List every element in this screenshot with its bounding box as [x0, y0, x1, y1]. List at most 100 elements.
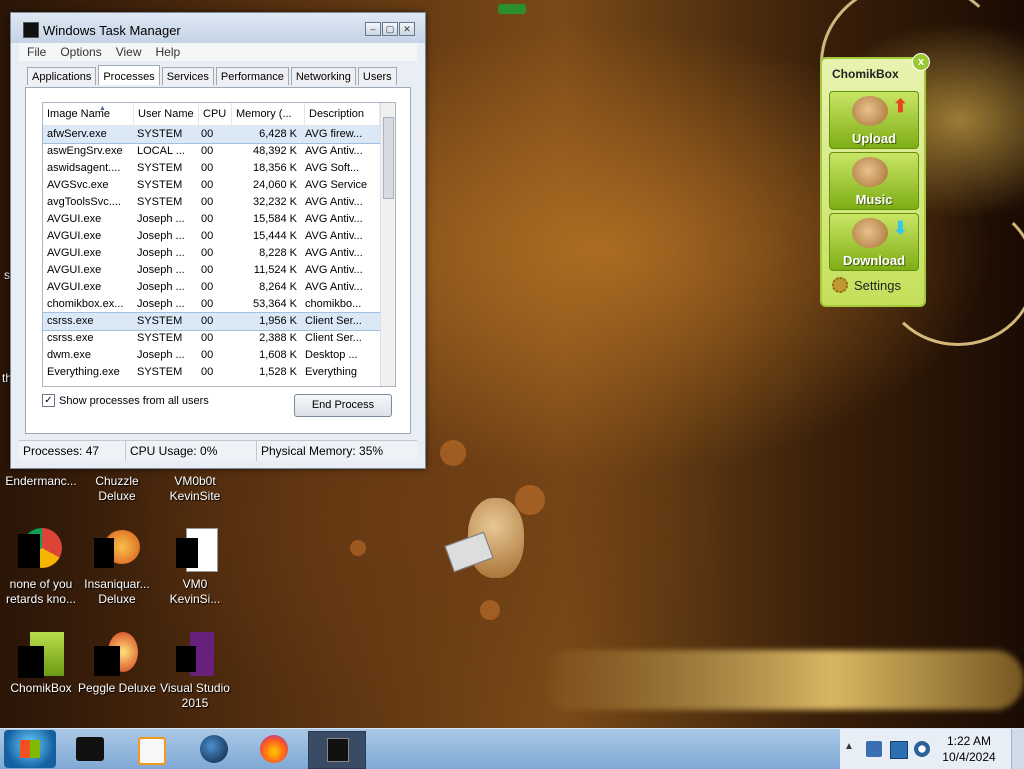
table-row[interactable]: AVGUI.exe Joseph ... 00 15,584 K AVG Antiv..…	[43, 211, 395, 228]
clock-date: 10/4/2024	[942, 750, 996, 764]
tab-applications[interactable]: Applications	[27, 67, 97, 85]
cell-cpu: 00	[201, 162, 214, 174]
taskbar-app-sphere[interactable]	[196, 731, 232, 767]
cell-image-name: afwServ.exe	[47, 128, 107, 140]
desktop-icon-chomikbox[interactable]: ChomikBox	[0, 632, 82, 696]
music-button[interactable]: Music	[829, 152, 919, 210]
process-list[interactable]: ▲ Image Name User Name CPU Memory (... D…	[42, 102, 396, 387]
table-row[interactable]: AVGUI.exe Joseph ... 00 11,524 K AVG Antiv..…	[43, 262, 395, 279]
peggle-icon	[94, 632, 140, 678]
menu-view[interactable]: View	[116, 43, 142, 61]
tab-processes[interactable]: Processes	[98, 65, 160, 85]
cell-user-name: SYSTEM	[137, 315, 183, 327]
taskbar-task-manager[interactable]	[308, 731, 366, 769]
end-process-button[interactable]: End Process	[294, 394, 392, 417]
desktop-icon-insaniquarium[interactable]: Insaniquar... Deluxe	[76, 528, 158, 607]
shield-icon[interactable]	[866, 741, 882, 757]
show-all-checkbox[interactable]: ✓	[42, 394, 55, 407]
minimize-button[interactable]: –	[365, 22, 381, 36]
download-button[interactable]: ⬇ Download	[829, 213, 919, 271]
cell-memory: 11,524 K	[253, 264, 297, 276]
windows-logo-icon	[20, 740, 40, 758]
desktop-icon-label: KevinSi...	[169, 592, 221, 606]
taskbar-firefox[interactable]	[256, 731, 292, 767]
desktop-icon-visual-studio[interactable]: Visual Studio 2015	[154, 632, 236, 711]
maximize-button[interactable]: ▢	[382, 22, 398, 36]
table-row[interactable]: Everything.exe SYSTEM 00 1,528 K Everything	[43, 364, 395, 381]
desktop-icon-vm0b0t[interactable]: VM0b0t KevinSite	[154, 474, 236, 504]
column-user-name[interactable]: User Name	[134, 103, 199, 125]
tab-users[interactable]: Users	[357, 67, 397, 85]
cell-memory: 18,356 K	[252, 162, 297, 174]
table-row[interactable]: avgToolsSvc.... SYSTEM 00 32,232 K AVG Antiv…	[43, 194, 395, 211]
cell-user-name: Joseph ...	[137, 298, 185, 310]
table-row[interactable]: afwServ.exe SYSTEM 00 6,428 K AVG firew...	[43, 125, 395, 144]
column-description[interactable]: Description	[305, 103, 380, 125]
column-image-name[interactable]: Image Name	[43, 103, 134, 125]
table-row[interactable]: aswEngSrv.exe LOCAL ... 00 48,392 K AVG Anti…	[43, 143, 395, 160]
desktop-icon-label: VM0	[182, 577, 208, 591]
download-arrow-icon: ⬇	[892, 218, 908, 238]
cell-user-name: Joseph ...	[137, 281, 185, 293]
settings-button[interactable]: Settings	[832, 277, 901, 293]
hamster-headphones-icon	[852, 157, 888, 187]
show-desktop-button[interactable]	[1011, 729, 1024, 769]
menu-bar: File Options View Help	[19, 43, 417, 61]
cell-user-name: SYSTEM	[137, 179, 183, 191]
desktop-icon-label: KevinSite	[169, 489, 221, 503]
table-row[interactable]: chomikbox.ex... Joseph ... 00 53,364 K chomi…	[43, 296, 395, 313]
desktop-icon-none-of-you[interactable]: none of you retards kno...	[0, 528, 82, 607]
table-row[interactable]: dwm.exe Joseph ... 00 1,608 K Desktop ...	[43, 347, 395, 364]
table-row[interactable]: csrss.exe SYSTEM 00 2,388 K Client Ser...	[43, 330, 395, 347]
network-icon[interactable]	[914, 741, 930, 757]
desktop-icon-chuzzle[interactable]: Chuzzle Deluxe	[76, 474, 158, 504]
start-button[interactable]	[4, 730, 56, 768]
tab-networking[interactable]: Networking	[290, 67, 356, 85]
taskbar-app-dark-box[interactable]	[72, 731, 108, 767]
show-all-processes[interactable]: ✓ Show processes from all users	[42, 394, 209, 407]
vertical-scrollbar[interactable]	[380, 103, 395, 386]
firefox-icon	[260, 735, 288, 763]
monitor-icon[interactable]	[890, 741, 908, 759]
tab-performance[interactable]: Performance	[215, 67, 289, 85]
process-list-header: ▲ Image Name User Name CPU Memory (... D…	[43, 103, 395, 126]
table-row[interactable]: AVGUI.exe Joseph ... 00 8,264 K AVG Antiv...	[43, 279, 395, 296]
column-memory[interactable]: Memory (...	[232, 103, 305, 125]
desktop-icon-vm0[interactable]: VM0 KevinSi...	[154, 528, 236, 607]
cell-user-name: Joseph ...	[137, 230, 185, 242]
chomikbox-close-button[interactable]: x	[912, 53, 930, 71]
cell-image-name: csrss.exe	[47, 315, 94, 327]
table-row[interactable]: AVGSvc.exe SYSTEM 00 24,060 K AVG Service	[43, 177, 395, 194]
table-row[interactable]: AVGUI.exe Joseph ... 00 8,228 K AVG Antiv...	[43, 245, 395, 262]
cell-memory: 1,608 K	[259, 349, 297, 361]
cell-user-name: SYSTEM	[137, 332, 183, 344]
desktop-hamster-gadget[interactable]	[444, 488, 528, 588]
cell-description: Client Ser...	[305, 332, 362, 344]
menu-options[interactable]: Options	[60, 43, 101, 61]
music-label: Music	[855, 192, 893, 207]
clock[interactable]: 1:22 AM 10/4/2024	[936, 733, 1002, 765]
cell-description: AVG Antiv...	[305, 196, 363, 208]
upload-button[interactable]: ⬆ Upload	[829, 91, 919, 149]
chomikbox-title: ChomikBox	[832, 67, 899, 81]
taskbar-media-player[interactable]	[132, 731, 168, 767]
cell-description: chomikbo...	[305, 298, 362, 310]
desktop-icon-endermanch[interactable]: Endermanc...	[0, 474, 82, 489]
column-cpu[interactable]: CPU	[199, 103, 232, 125]
cell-description: AVG Antiv...	[305, 213, 363, 225]
tab-services[interactable]: Services	[161, 67, 214, 85]
menu-file[interactable]: File	[27, 43, 46, 61]
cell-memory: 24,060 K	[252, 179, 297, 191]
table-row[interactable]: csrss.exe SYSTEM 00 1,956 K Client Ser...	[43, 312, 395, 331]
close-button[interactable]: ✕	[399, 22, 415, 36]
box-icon	[76, 737, 104, 761]
title-bar[interactable]: Windows Task Manager – ▢ ✕	[11, 13, 425, 43]
scrollbar-thumb[interactable]	[383, 117, 394, 199]
table-row[interactable]: AVGUI.exe Joseph ... 00 15,444 K AVG Antiv..…	[43, 228, 395, 245]
tray-expand-arrow-icon[interactable]: ▲	[844, 741, 854, 752]
desktop-icon-peggle[interactable]: Peggle Deluxe	[76, 632, 158, 696]
chrome-icon	[18, 528, 64, 574]
table-row[interactable]: aswidsagent.... SYSTEM 00 18,356 K AVG Soft.…	[43, 160, 395, 177]
menu-help[interactable]: Help	[156, 43, 181, 61]
desktop-icon-label: Chuzzle	[95, 474, 139, 488]
